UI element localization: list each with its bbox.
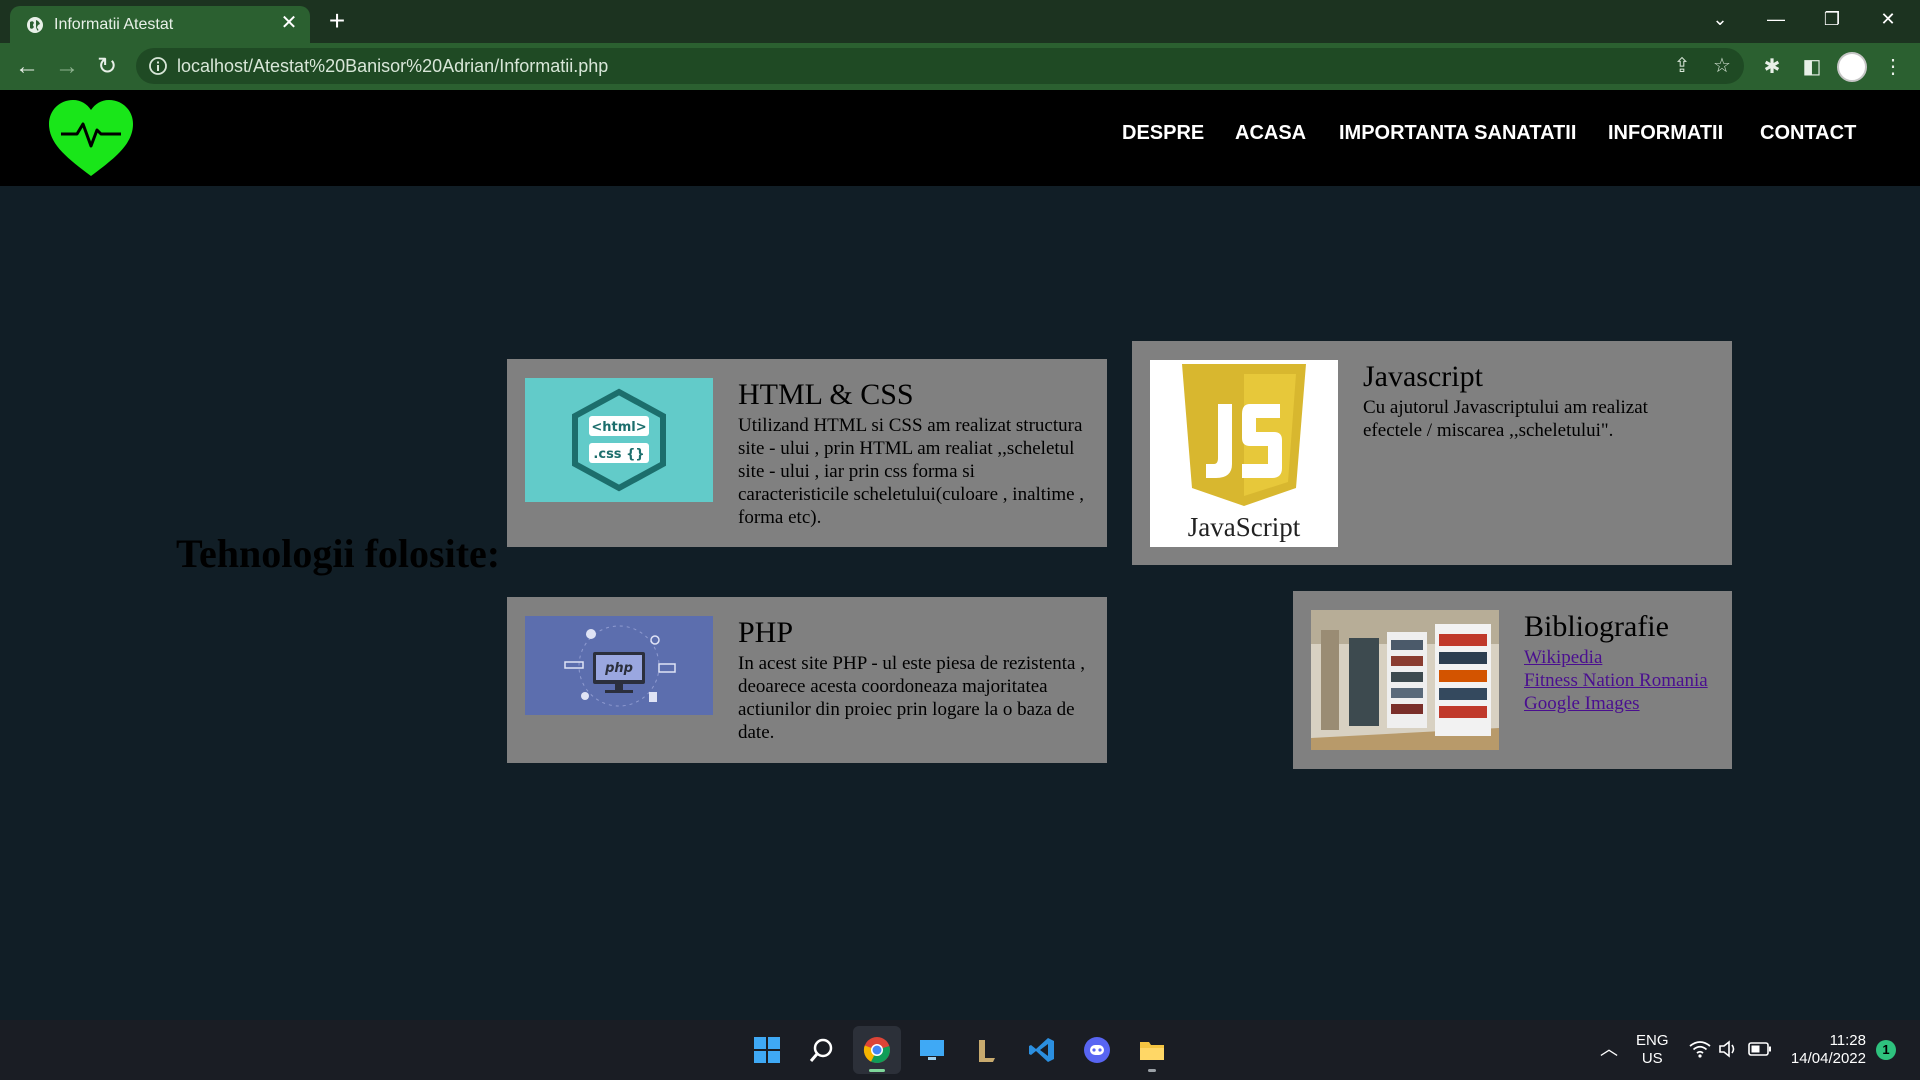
start-button[interactable] <box>743 1026 791 1074</box>
folder-icon <box>1140 1042 1164 1060</box>
reload-icon[interactable]: ↻ <box>91 51 123 83</box>
javascript-label: JavaScript <box>1188 512 1301 542</box>
region-code: US <box>1641 1050 1663 1067</box>
card-javascript: JavaScript Javascript Cu ajutorul Javasc… <box>1132 341 1732 565</box>
windows-icon <box>754 1037 780 1063</box>
notification-badge[interactable]: 1 <box>1876 1040 1896 1060</box>
extensions-icon[interactable]: ✱ <box>1757 52 1787 82</box>
card-title: Bibliografie <box>1524 610 1669 643</box>
javascript-logo-image: JavaScript <box>1150 360 1338 547</box>
php-label: php <box>604 661 633 676</box>
css-label: .css {} <box>593 447 644 462</box>
nav-importanta-sanatatii[interactable]: IMPORTANTA SANATATII <box>1339 122 1576 145</box>
info-icon[interactable] <box>148 56 168 76</box>
nav-informatii[interactable]: INFORMATII <box>1608 122 1723 145</box>
clock-date: 14/04/2022 <box>1790 1050 1866 1067</box>
html-label: <html> <box>591 420 646 435</box>
chrome-taskbar-button[interactable] <box>853 1026 901 1074</box>
library-image <box>1311 610 1499 750</box>
link-fitness-nation-romania[interactable]: Fitness Nation Romania <box>1524 669 1708 692</box>
discord-taskbar-button[interactable] <box>1073 1026 1121 1074</box>
battery-icon[interactable] <box>1748 1042 1772 1056</box>
clock[interactable]: 11:28 14/04/2022 <box>1786 1032 1866 1068</box>
link-google-images[interactable]: Google Images <box>1524 692 1708 715</box>
card-title: Javascript <box>1363 360 1483 393</box>
wifi-icon[interactable] <box>1689 1040 1711 1058</box>
language-code: ENG <box>1636 1032 1669 1049</box>
card-title: PHP <box>738 616 794 649</box>
back-icon[interactable]: ← <box>11 51 43 83</box>
card-php: php PHP In acest site PHP - ul este pies… <box>507 597 1107 763</box>
minimize-button[interactable]: — <box>1748 0 1804 40</box>
card-bibliografie: Bibliografie Wikipedia Fitness Nation Ro… <box>1293 591 1732 769</box>
site-header: DESPRE ACASA IMPORTANTA SANATATII INFORM… <box>0 90 1920 186</box>
browser-tab-bar: Informatii Atestat ✕ + ⌄ — ❐ ✕ <box>0 0 1920 43</box>
vscode-taskbar-button[interactable] <box>1018 1026 1066 1074</box>
game-launcher-icon <box>979 1040 995 1062</box>
nav-despre[interactable]: DESPRE <box>1122 122 1204 145</box>
link-wikipedia[interactable]: Wikipedia <box>1524 646 1708 669</box>
menu-icon[interactable]: ⋮ <box>1878 52 1908 82</box>
new-tab-button[interactable]: + <box>322 6 352 36</box>
share-icon[interactable]: ⇪ <box>1670 54 1694 78</box>
open-indicator <box>1148 1069 1156 1072</box>
forward-icon[interactable]: → <box>51 51 83 83</box>
browser-tab[interactable]: Informatii Atestat ✕ <box>10 6 310 43</box>
file-explorer-taskbar-button[interactable] <box>1128 1026 1176 1074</box>
card-html-css: <html> .css {} HTML & CSS Utilizand HTML… <box>507 359 1107 547</box>
search-button[interactable] <box>798 1026 846 1074</box>
discord-icon <box>1084 1037 1110 1063</box>
tray-overflow-icon[interactable]: ︿ <box>1600 1040 1618 1058</box>
clock-time: 11:28 <box>1829 1032 1866 1049</box>
close-window-button[interactable]: ✕ <box>1860 0 1916 40</box>
vscode-icon <box>1029 1038 1054 1062</box>
profile-avatar[interactable] <box>1837 52 1867 82</box>
tab-search-icon[interactable]: ⌄ <box>1692 0 1748 40</box>
tab-title: Informatii Atestat <box>54 16 174 33</box>
chrome-icon <box>863 1037 890 1064</box>
tab-close-icon[interactable]: ✕ <box>278 12 300 34</box>
taskbar: ︿ ENG US 11:28 14/04/2022 <box>0 1020 1920 1080</box>
bibliografie-links: Wikipedia Fitness Nation Romania Google … <box>1524 646 1708 715</box>
desktop-taskbar-button[interactable] <box>908 1026 956 1074</box>
language-indicator[interactable]: ENG US <box>1636 1032 1669 1068</box>
league-taskbar-button[interactable] <box>963 1026 1011 1074</box>
section-heading: Tehnologii folosite: <box>176 531 501 576</box>
nav-acasa[interactable]: ACASA <box>1235 122 1306 145</box>
card-text: Cu ajutorul Javascriptului am realizat e… <box>1363 397 1648 441</box>
html-css-image: <html> .css {} <box>525 378 713 502</box>
php-image: php <box>525 616 713 715</box>
side-panel-icon[interactable]: ◧ <box>1797 52 1827 82</box>
monitor-icon <box>920 1040 944 1060</box>
card-title: HTML & CSS <box>738 378 914 411</box>
browser-toolbar: ← → ↻ localhost/Atestat%20Banisor%20Adri… <box>0 43 1920 90</box>
restore-button[interactable]: ❐ <box>1804 0 1860 40</box>
active-indicator <box>869 1069 885 1072</box>
volume-icon[interactable] <box>1718 1040 1740 1058</box>
search-icon <box>809 1038 833 1062</box>
card-text: In acest site PHP - ul este piesa de rez… <box>738 653 1085 743</box>
bookmark-star-icon[interactable]: ☆ <box>1710 54 1734 78</box>
url-text[interactable]: localhost/Atestat%20Banisor%20Adrian/Inf… <box>177 56 608 77</box>
globe-icon <box>27 17 43 33</box>
card-text: Utilizand HTML si CSS am realizat struct… <box>738 415 1085 528</box>
address-bar[interactable]: localhost/Atestat%20Banisor%20Adrian/Inf… <box>136 48 1744 84</box>
heart-pulse-icon[interactable] <box>47 98 135 178</box>
nav-contact[interactable]: CONTACT <box>1760 122 1856 145</box>
